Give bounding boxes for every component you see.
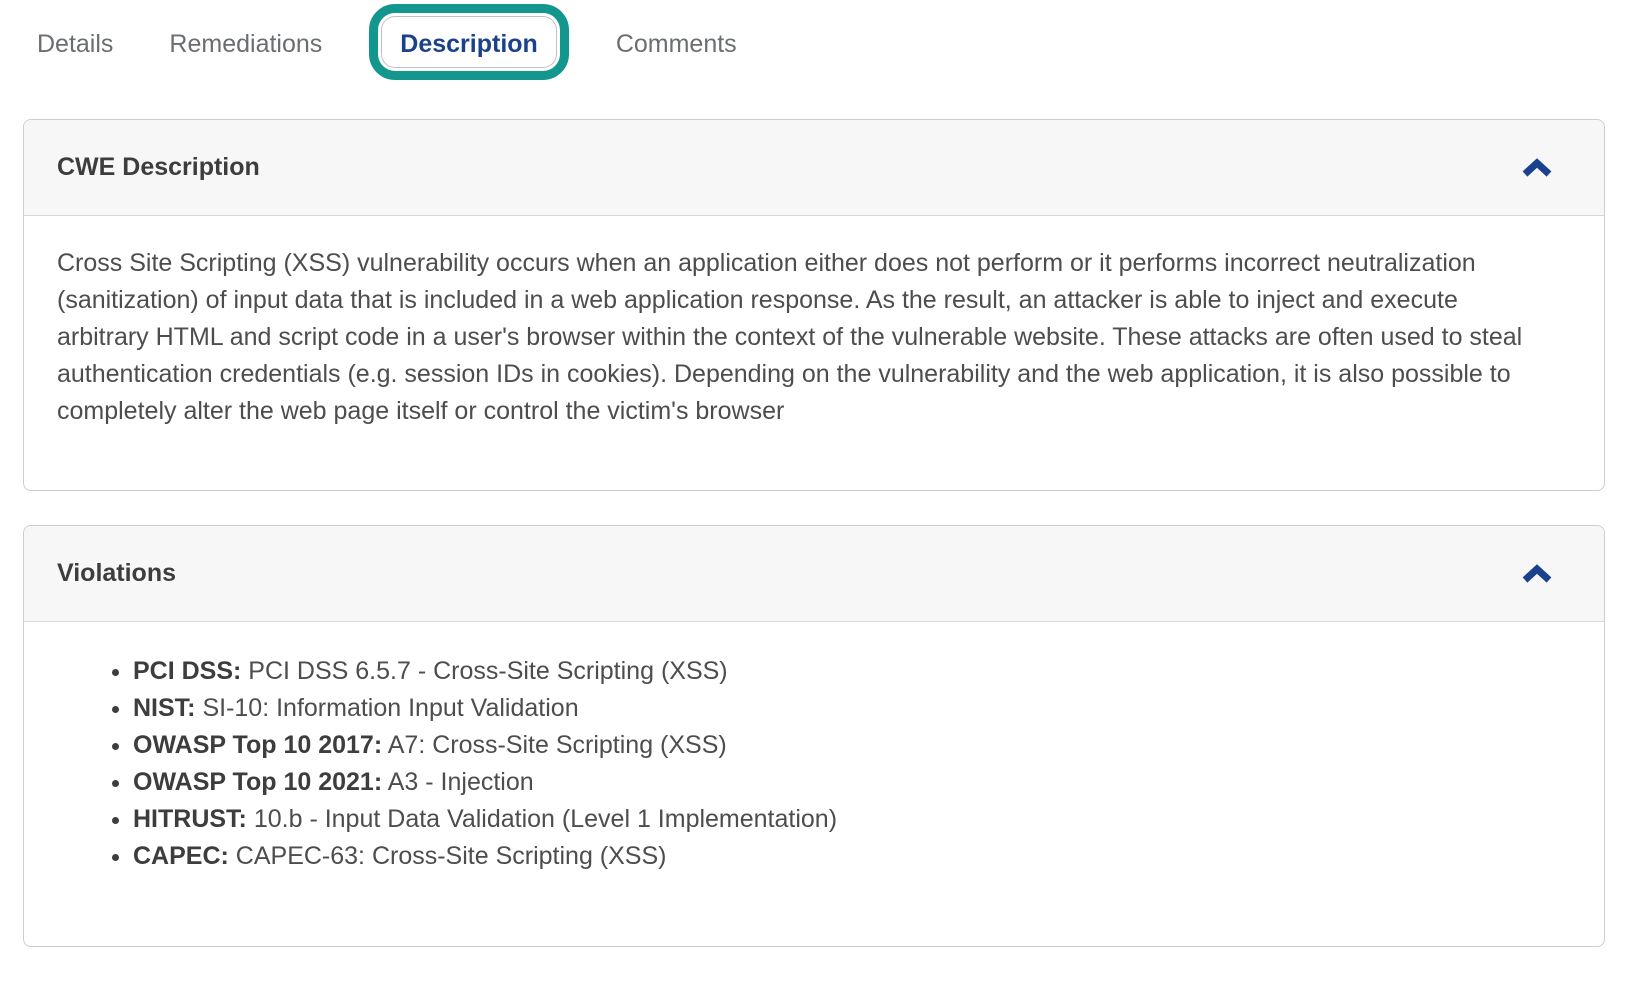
violation-standard-label: OWASP Top 10 2017: [133,731,382,759]
violation-item: OWASP Top 10 2021: A3 - Injection [133,764,1556,801]
tab-comments[interactable]: Comments [616,30,737,78]
violation-text: A3 - Injection [382,768,533,796]
violation-item: NIST: SI-10: Information Input Validatio… [133,690,1556,727]
chevron-up-icon [1521,158,1553,178]
violation-item: CAPEC: CAPEC-63: Cross-Site Scripting (X… [133,838,1556,875]
tab-remediations[interactable]: Remediations [169,30,322,78]
violation-item: HITRUST: 10.b - Input Data Validation (L… [133,801,1556,838]
tab-bar: Details Remediations Description Comment… [0,0,1632,92]
violation-item: PCI DSS: PCI DSS 6.5.7 - Cross-Site Scri… [133,653,1556,690]
cwe-description-title: CWE Description [57,153,260,182]
violation-standard-label: HITRUST: [133,805,247,833]
violation-text: SI-10: Information Input Validation [196,694,579,722]
violation-standard-label: OWASP Top 10 2021: [133,768,382,796]
violations-list: PCI DSS: PCI DSS 6.5.7 - Cross-Site Scri… [57,653,1556,875]
violations-collapse-button[interactable] [1517,560,1557,588]
cwe-description-panel: CWE Description Cross Site Scripting (XS… [23,119,1605,491]
violations-header: Violations [24,526,1604,622]
tab-description-label: Description [400,30,538,58]
violation-text: CAPEC-63: Cross-Site Scripting (XSS) [229,842,667,870]
violation-text: A7: Cross-Site Scripting (XSS) [382,731,727,759]
violation-text: 10.b - Input Data Validation (Level 1 Im… [247,805,837,833]
cwe-description-collapse-button[interactable] [1517,154,1557,182]
violation-item: OWASP Top 10 2017: A7: Cross-Site Script… [133,727,1556,764]
violation-standard-label: PCI DSS: [133,657,241,685]
tab-details[interactable]: Details [37,30,113,78]
cwe-description-header: CWE Description [24,120,1604,216]
violation-standard-label: NIST: [133,694,196,722]
tab-description[interactable]: Description [400,30,538,80]
violation-text: PCI DSS 6.5.7 - Cross-Site Scripting (XS… [241,657,727,685]
violation-standard-label: CAPEC: [133,842,229,870]
chevron-up-icon [1521,564,1553,584]
cwe-description-body: Cross Site Scripting (XSS) vulnerability… [24,216,1604,490]
violations-body: PCI DSS: PCI DSS 6.5.7 - Cross-Site Scri… [24,622,1604,946]
violations-title: Violations [57,559,176,588]
violations-panel: Violations PCI DSS: PCI DSS 6.5.7 - Cros… [23,525,1605,947]
